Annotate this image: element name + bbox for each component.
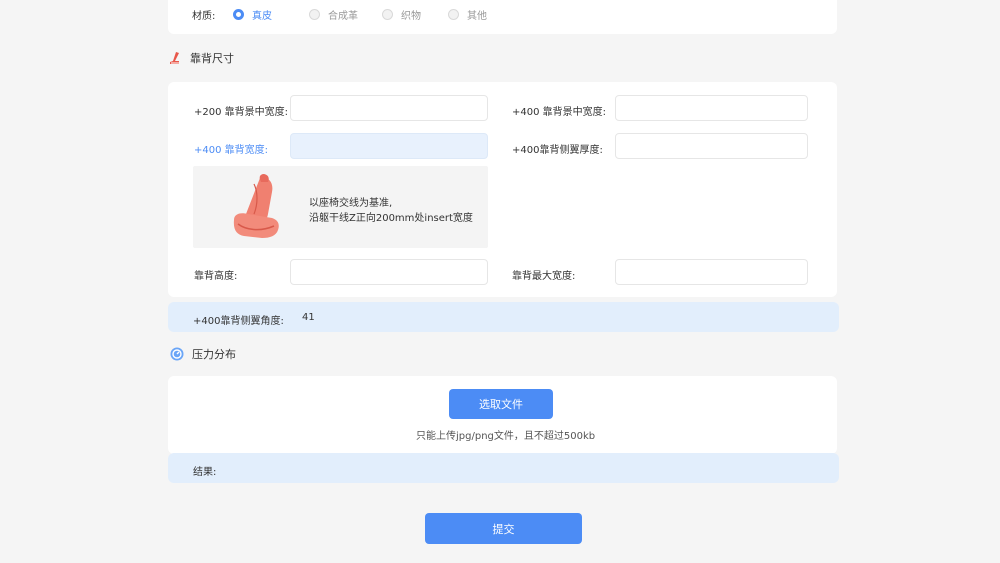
- height-input[interactable]: [290, 259, 488, 285]
- backrest-section-title: 靠背尺寸: [168, 50, 234, 66]
- radio-synthetic-leather[interactable]: 合成革: [309, 7, 358, 22]
- radio-genuine-leather[interactable]: 真皮: [233, 7, 272, 22]
- radio-dot[interactable]: [382, 9, 393, 20]
- pressure-section-title: 压力分布: [170, 346, 236, 362]
- section-title-text: 压力分布: [192, 348, 236, 361]
- hint-line-2: 沿躯干线Z正向200mm处insert宽度: [309, 213, 473, 224]
- angle-label: +400靠背侧翼角度:: [193, 316, 284, 327]
- upload-card: 选取文件 只能上传jpg/png文件，且不超过500kb: [168, 376, 837, 454]
- gauge-icon: [170, 347, 184, 361]
- center-width-200-input[interactable]: [290, 95, 488, 121]
- seat-icon: [170, 52, 179, 64]
- wing-thickness-400-input[interactable]: [615, 133, 808, 159]
- width-hint-tooltip: 以座椅交线为基准, 沿躯干线Z正向200mm处insert宽度: [193, 166, 488, 248]
- car-seat-icon: [233, 174, 279, 238]
- hint-line-1: 以座椅交线为基准,: [309, 198, 393, 209]
- width-400-label: +400 靠背宽度:: [194, 145, 269, 156]
- radio-label: 合成革: [328, 11, 358, 22]
- radio-dot[interactable]: [448, 9, 459, 20]
- angle-value: 41: [302, 312, 315, 323]
- upload-note: 只能上传jpg/png文件，且不超过500kb: [416, 431, 596, 442]
- height-label: 靠背高度:: [194, 271, 238, 282]
- submit-button[interactable]: 提交: [425, 513, 582, 544]
- radio-label: 真皮: [252, 11, 272, 22]
- backrest-card: +200 靠背景中宽度: +400 靠背景中宽度: +400 靠背宽度: +40…: [168, 82, 837, 297]
- choose-file-button[interactable]: 选取文件: [449, 389, 553, 419]
- width-400-input[interactable]: [290, 133, 488, 159]
- material-card: 材质: 真皮 合成革 织物 其他: [168, 0, 837, 34]
- radio-other[interactable]: 其他: [448, 7, 487, 22]
- material-label: 材质:: [192, 11, 216, 22]
- center-width-400-input[interactable]: [615, 95, 808, 121]
- center-width-200-label: +200 靠背景中宽度:: [194, 107, 289, 118]
- radio-dot[interactable]: [233, 9, 244, 20]
- radio-dot[interactable]: [309, 9, 320, 20]
- max-width-label: 靠背最大宽度:: [512, 271, 576, 282]
- center-width-400-label: +400 靠背景中宽度:: [512, 107, 607, 118]
- angle-row: +400靠背侧翼角度: 41: [168, 302, 839, 332]
- wing-thickness-400-label: +400靠背侧翼厚度:: [512, 145, 603, 156]
- radio-fabric[interactable]: 织物: [382, 7, 421, 22]
- section-title-text: 靠背尺寸: [190, 52, 234, 65]
- radio-label: 织物: [401, 11, 421, 22]
- result-label: 结果:: [193, 467, 217, 478]
- radio-label: 其他: [467, 11, 487, 22]
- result-row: 结果:: [168, 453, 839, 483]
- max-width-input[interactable]: [615, 259, 808, 285]
